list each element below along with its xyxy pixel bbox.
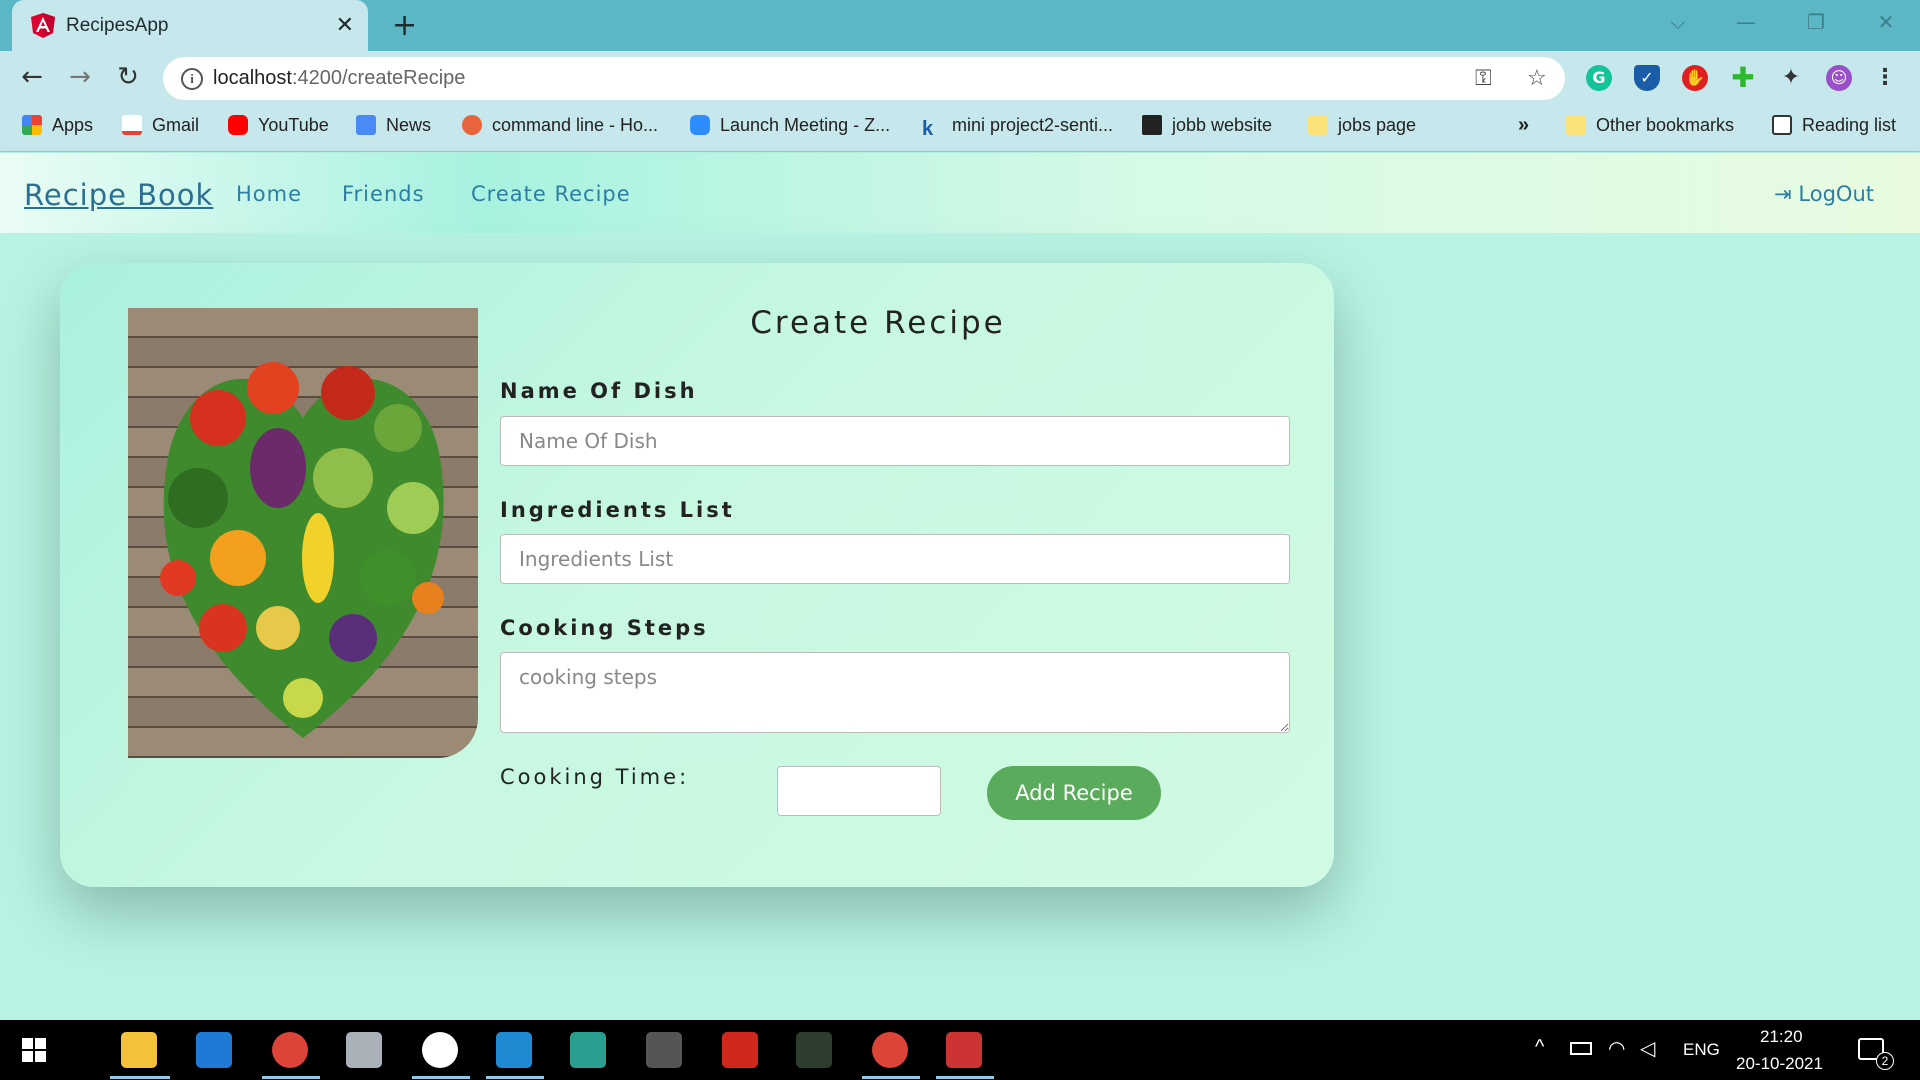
active-indicator <box>412 1076 470 1079</box>
paint-icon[interactable] <box>346 1032 382 1068</box>
snipping-tool-icon[interactable] <box>946 1032 982 1068</box>
news-icon <box>356 115 376 135</box>
forward-arrow-icon[interactable]: → <box>60 51 100 104</box>
bookmark-jobs-page[interactable]: jobs page <box>1308 104 1416 147</box>
gmail-icon <box>122 115 142 135</box>
windows-taskbar: ^ ◠ ◁ ENG 21:20 20-10-2021 2 <box>0 1020 1920 1080</box>
browser-tab[interactable]: RecipesApp ✕ <box>12 0 368 51</box>
language-indicator[interactable]: ENG <box>1683 1040 1720 1060</box>
tab-search-icon[interactable]: ⌵ <box>1648 0 1708 44</box>
plus-extension-icon[interactable]: ✚ <box>1730 64 1756 92</box>
cooking-time-label: Cooking Time: <box>500 765 690 789</box>
bookmark-apps[interactable]: Apps <box>22 104 93 147</box>
logout-button[interactable]: ⇥ LogOut <box>1774 153 1874 235</box>
file-explorer-icon[interactable] <box>121 1032 157 1068</box>
name-of-dish-label: Name Of Dish <box>500 379 698 403</box>
bookmark-gmail[interactable]: Gmail <box>122 104 199 147</box>
git-bash-icon[interactable] <box>796 1032 832 1068</box>
active-indicator <box>110 1076 170 1079</box>
extensions-puzzle-icon[interactable]: ✦ <box>1778 65 1804 91</box>
angular-icon <box>31 13 55 38</box>
windows-start-icon[interactable] <box>22 1038 46 1062</box>
folder-icon <box>1566 115 1586 135</box>
site-info-icon[interactable]: i <box>181 68 203 90</box>
cmd-icon[interactable] <box>646 1032 682 1068</box>
speaker-icon[interactable]: ◁ <box>1640 1036 1655 1061</box>
reading-list-icon <box>1772 115 1792 135</box>
wifi-icon[interactable]: ◠ <box>1608 1036 1625 1061</box>
form-title: Create Recipe <box>750 305 1006 341</box>
active-indicator <box>936 1076 994 1079</box>
name-of-dish-input[interactable] <box>500 416 1290 466</box>
add-recipe-button[interactable]: Add Recipe <box>987 766 1161 820</box>
chrome-icon[interactable] <box>872 1032 908 1068</box>
back-arrow-icon[interactable]: ← <box>12 51 52 104</box>
key-icon[interactable]: ⚿ <box>1475 57 1492 100</box>
restore-button[interactable]: ❐ <box>1786 0 1846 44</box>
tab-close-icon[interactable]: ✕ <box>336 0 354 51</box>
star-bookmark-icon[interactable]: ☆ <box>1527 57 1547 100</box>
bookmark-command-line[interactable]: command line - Ho... <box>462 104 658 147</box>
clock-date[interactable]: 20-10-2021 <box>1736 1054 1823 1074</box>
folder-icon <box>1308 115 1328 135</box>
bookmark-mini-project[interactable]: k mini project2-senti... <box>922 104 1113 147</box>
create-recipe-card: Create Recipe Name Of Dish Ingredients L… <box>60 263 1334 887</box>
chevron-up-icon[interactable]: ^ <box>1535 1036 1544 1059</box>
url-text[interactable]: localhost:4200/createRecipe <box>213 57 465 100</box>
browser-title-bar: RecipesApp ✕ + ⌵ — ❐ ✕ <box>0 0 1920 51</box>
mail-icon[interactable] <box>196 1032 232 1068</box>
address-bar[interactable]: i localhost:4200/createRecipe ⚿ ☆ <box>163 57 1565 100</box>
battery-icon[interactable] <box>1570 1042 1592 1055</box>
reload-icon[interactable]: ↻ <box>108 51 148 104</box>
terminal-app-icon[interactable] <box>570 1032 606 1068</box>
ingredients-list-input[interactable] <box>500 534 1290 584</box>
bookmarks-overflow-button[interactable]: » <box>1518 104 1529 147</box>
close-window-button[interactable]: ✕ <box>1856 0 1916 44</box>
chrome-profile-icon[interactable] <box>272 1032 308 1068</box>
bookmark-launch-meeting[interactable]: Launch Meeting - Z... <box>690 104 890 147</box>
app-navbar: Recipe Book Home Friends Create Recipe ⇥… <box>0 153 1920 233</box>
ask-icon <box>462 115 482 135</box>
reading-list[interactable]: Reading list <box>1772 104 1896 147</box>
cooking-steps-label: Cooking Steps <box>500 616 709 640</box>
shield-extension-icon[interactable]: ✓ <box>1634 65 1660 91</box>
bookmarks-bar: Apps Gmail YouTube News command line - H… <box>0 104 1920 152</box>
grammarly-icon[interactable]: G <box>1586 65 1612 91</box>
brand-link[interactable]: Recipe Book <box>24 153 213 237</box>
page-content: Create Recipe Name Of Dish Ingredients L… <box>0 233 1920 1020</box>
browser-toolbar: ← → ↻ i localhost:4200/createRecipe ⚿ ☆ … <box>0 51 1920 104</box>
nav-link-home[interactable]: Home <box>236 153 302 235</box>
youtube-icon <box>228 115 248 135</box>
active-indicator <box>862 1076 920 1079</box>
adblock-icon[interactable]: ✋ <box>1682 65 1708 91</box>
cooking-time-input[interactable] <box>777 766 941 816</box>
active-indicator <box>262 1076 320 1079</box>
tab-title: RecipesApp <box>66 15 169 36</box>
vegetables-heart-image <box>128 308 478 758</box>
new-tab-button[interactable]: + <box>392 0 417 51</box>
cooking-steps-textarea[interactable] <box>500 652 1290 733</box>
ingredients-list-label: Ingredients List <box>500 498 735 522</box>
k-icon: k <box>922 118 934 140</box>
vc-app-icon[interactable] <box>722 1032 758 1068</box>
menu-kebab-icon[interactable]: ⋮ <box>1872 65 1898 91</box>
other-bookmarks[interactable]: Other bookmarks <box>1566 104 1734 147</box>
minimize-button[interactable]: — <box>1716 0 1776 44</box>
notification-count: 2 <box>1876 1052 1894 1070</box>
active-indicator <box>486 1076 544 1079</box>
nav-link-create-recipe[interactable]: Create Recipe <box>471 153 631 235</box>
clock-time[interactable]: 21:20 <box>1760 1027 1803 1047</box>
sign-in-icon: ⇥ <box>1774 182 1799 206</box>
graduation-cap-icon <box>1142 115 1162 135</box>
profile-avatar[interactable]: ☺ <box>1826 65 1852 91</box>
zoom-icon <box>690 115 710 135</box>
apps-grid-icon <box>22 115 42 135</box>
vscode-icon[interactable] <box>496 1032 532 1068</box>
bookmark-news[interactable]: News <box>356 104 431 147</box>
bookmark-jobb-website[interactable]: jobb website <box>1142 104 1272 147</box>
nav-link-friends[interactable]: Friends <box>342 153 425 235</box>
bookmark-youtube[interactable]: YouTube <box>228 104 329 147</box>
mongodb-icon[interactable] <box>422 1032 458 1068</box>
